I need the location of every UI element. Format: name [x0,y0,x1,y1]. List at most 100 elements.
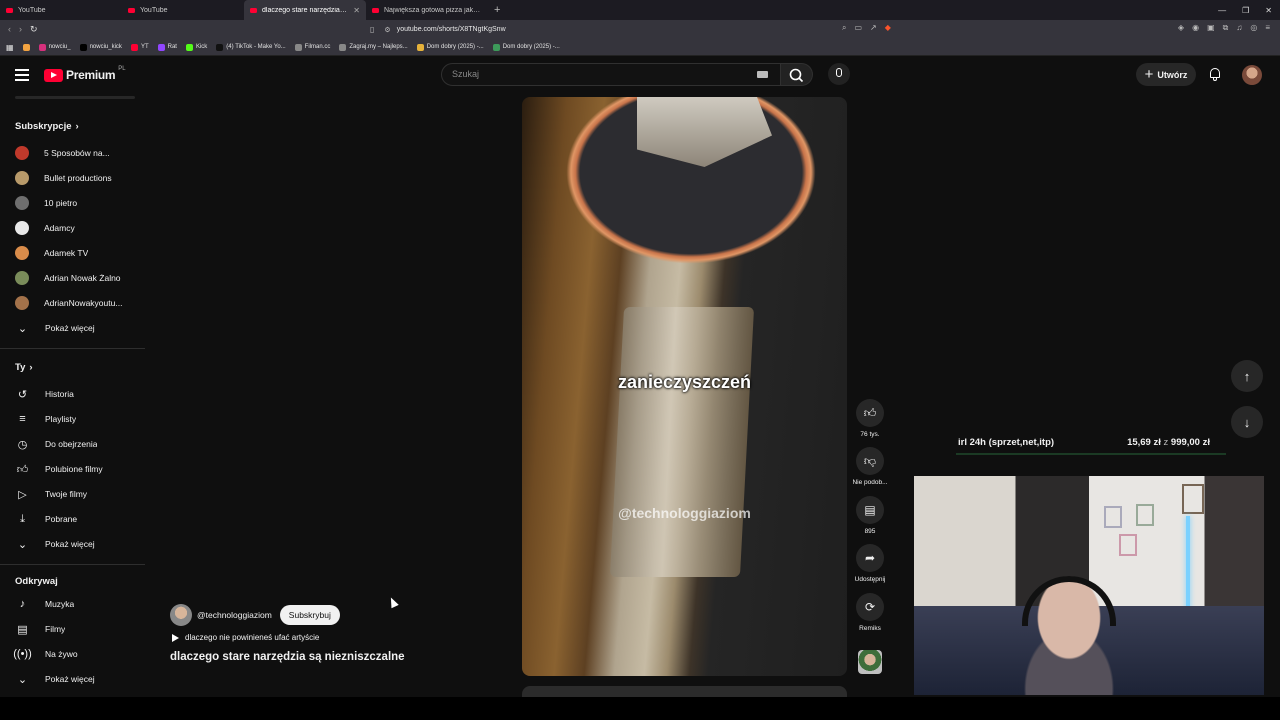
subscribe-button[interactable]: Subskrybuj [279,605,340,625]
browser-tab[interactable]: YouTube [0,0,122,20]
extension-icon[interactable]: ◉ [1192,23,1199,33]
media-icon[interactable]: ♫ [1236,23,1242,33]
bookmark-item[interactable]: nowciu_ [38,43,71,51]
tiktok-icon [216,43,224,51]
extension-icon[interactable]: ▣ [1207,23,1215,33]
browser-tab[interactable]: YouTube [122,0,244,20]
show-more-explore[interactable]: ⌄ Pokaż więcej [0,668,145,690]
bookmark-item[interactable]: Filman.cc [294,43,330,51]
sidebar-item-downloads[interactable]: ⤓ Pobrane [0,508,145,530]
restore-icon[interactable]: ❐ [1242,6,1249,15]
show-more-subscriptions[interactable]: ⌄ Pokaż więcej [0,317,145,339]
notifications-icon[interactable] [1209,68,1221,81]
short-title[interactable]: dlaczego stare narzędzia są niezniszczal… [170,651,405,663]
divider [0,564,145,565]
avatar[interactable] [1242,65,1262,85]
show-more-you[interactable]: ⌄ Pokaż więcej [0,533,145,555]
bookmark-item[interactable] [22,43,30,51]
next-short-preview[interactable] [522,686,847,697]
menu-icon[interactable]: ≡ [1265,23,1270,33]
divider [0,348,145,349]
sidebar-item-history[interactable]: ↺ Historia [0,383,145,405]
browser-tab-active[interactable]: dlaczego stare narzędzia są n ✕ [244,0,366,20]
movies-icon: ▤ [17,623,28,636]
back-icon[interactable]: ‹ [8,24,11,35]
bookmark-item[interactable]: Kick [185,43,207,51]
zoom-icon[interactable]: ⌕ [842,23,846,33]
brave-shield-icon[interactable]: ◆ [885,23,891,33]
previous-short-button[interactable]: ↑ [1231,360,1263,392]
live-icon: ((•)) [13,648,32,660]
sidebar: Subskrypcje › 5 Sposobów na... Bullet pro… [0,94,145,697]
you-heading[interactable]: Ty › [15,362,33,373]
bookmark-item[interactable]: nowciu_kick [79,43,122,51]
bookmark-item[interactable]: Zagraj.my – Najleps... [339,43,408,51]
music-info[interactable]: dlaczego nie powinieneś ufać artyście [172,633,319,642]
keyboard-icon[interactable] [757,71,768,78]
screenshot-icon[interactable]: ▭ [854,23,862,33]
sidebar-item-music[interactable]: ♪ Muzyka [0,593,145,615]
sidebar-item-subscription[interactable]: Adamek TV [0,242,145,264]
sidebar-item-subscription[interactable]: 5 Sposobów na... [0,142,145,164]
close-window-icon[interactable]: ✕ [1265,6,1272,15]
sidebar-item-subscription[interactable]: AdrianNowakyoutu... [0,292,145,314]
bookmark-item[interactable]: YT [130,43,149,51]
goal-progress-bar [956,453,1226,455]
sidebar-item-watch-later[interactable]: ◷ Do obejrzenia [0,433,145,455]
donation-goal: irl 24h (sprzet,net,itp) 15,69 zł z 999,… [956,436,1232,455]
remix-button[interactable]: ⟳ Remiks [847,593,893,632]
extension-icon[interactable]: ◈ [1178,23,1184,33]
reload-icon[interactable]: ↻ [30,24,38,35]
share-button[interactable]: ➦ Udostępnij [847,544,893,583]
video-frame-blade [609,307,755,577]
shorts-player[interactable]: zanieczyszczeń @technologgiaziom [522,97,847,676]
sidebar-item-playlists[interactable]: ≡ Playlisty [0,408,145,430]
channel-thumbnail [858,650,882,674]
sidebar-item-live[interactable]: ((•)) Na żywo [0,643,145,665]
next-short-button[interactable]: ↓ [1231,406,1263,438]
search-input[interactable]: Szukaj [441,63,781,86]
search-button[interactable] [781,63,813,86]
wall-poster [1136,504,1154,526]
sidebar-item-your-videos[interactable]: ▷ Twoje filmy [0,483,145,505]
video-caption: zanieczyszczeń [617,372,752,392]
your-videos-icon: ▷ [18,488,27,501]
search-icon [789,68,804,83]
bookmark-icon[interactable]: ▯ [370,25,374,34]
video-frame-bolt [637,97,772,167]
wallet-icon[interactable]: ◎ [1250,23,1257,33]
close-tab-icon[interactable]: ✕ [353,6,360,15]
sidebar-item-subscription[interactable]: 10 pietro [0,192,145,214]
youtube-logo[interactable]: Premium PL [44,66,126,82]
sidebar-item-subscription[interactable]: Adrian Nowak Żalno [0,267,145,289]
youtube-favicon-icon [130,43,138,51]
bookmark-item[interactable]: (4) TikTok - Make Yo... [216,43,286,51]
new-tab-icon[interactable]: + [488,4,506,16]
like-button[interactable]: 👍︎ 76 tys. [847,399,893,438]
bookmark-item[interactable]: Rat [157,43,177,51]
extensions-menu-icon[interactable]: ⧉ [1223,23,1229,33]
apps-icon[interactable]: ▦ [6,43,14,52]
site-info-icon[interactable]: ⚙ [384,26,390,34]
bookmarks-bar: ▦ nowciu_ nowciu_kick YT Rat Kick (4) Ti… [0,39,1280,56]
url-field[interactable]: youtube.com/shorts/X8TNgtKgSnw [397,26,506,33]
sidebar-item-liked[interactable]: 👍︎ Polubione filmy [0,458,145,480]
channel-name[interactable]: @technologgiaziom [197,610,272,620]
sidebar-item-movies[interactable]: ▤ Filmy [0,618,145,640]
bookmark-item[interactable]: Dom dobry (2025) -... [416,43,484,51]
dislike-button[interactable]: 👎︎ Nie podob... [847,447,893,486]
channel-avatar[interactable] [170,604,192,626]
subscriptions-heading[interactable]: Subskrypcje › [15,121,79,132]
share-page-icon[interactable]: ↗ [870,23,877,33]
voice-search-button[interactable] [828,63,850,85]
create-button[interactable]: + Utwórz [1136,63,1196,86]
bookmark-item[interactable]: Dom dobry (2025) -... [492,43,560,51]
forward-icon[interactable]: › [19,24,22,35]
minimize-icon[interactable]: — [1218,6,1226,15]
sidebar-item-subscription[interactable]: Adamcy [0,217,145,239]
sound-source-thumbnail[interactable] [847,650,893,674]
menu-icon[interactable] [15,69,29,84]
comments-button[interactable]: ▤ 895 [847,496,893,535]
sidebar-item-subscription[interactable]: Bullet productions [0,167,145,189]
browser-tab[interactable]: Największa gotowa pizza jaką znalazłem [366,0,488,20]
